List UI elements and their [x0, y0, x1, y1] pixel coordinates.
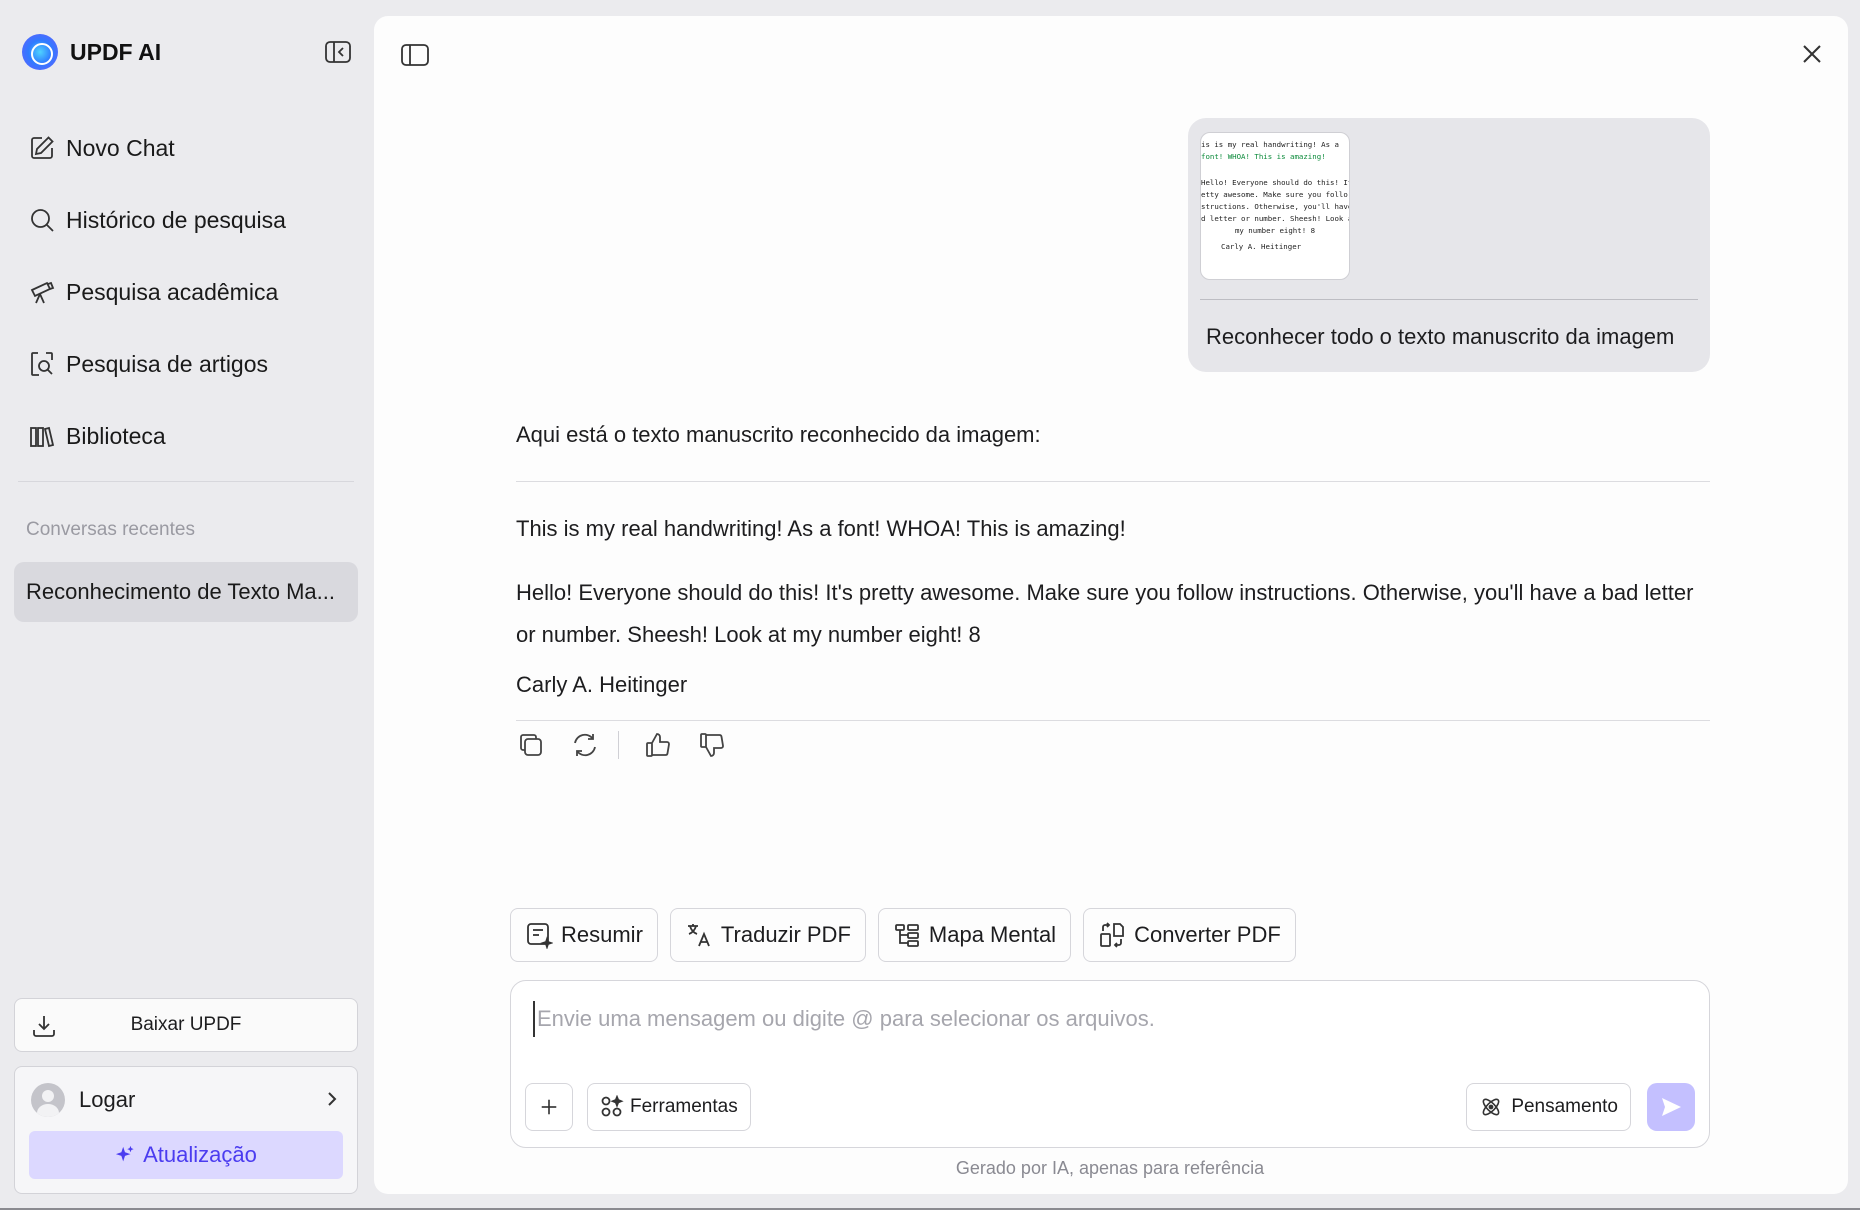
attach-button[interactable]	[525, 1083, 573, 1131]
mind-map-button[interactable]: Mapa Mental	[877, 908, 1072, 962]
ai-disclaimer: Gerado por IA, apenas para referência	[955, 1158, 1265, 1178]
answer-line: This is my real handwriting! As a font! …	[516, 516, 1126, 541]
chip-label: Mapa Mental	[928, 922, 1057, 947]
updf-logo-icon	[22, 34, 58, 70]
user-message-text: Reconhecer todo o texto manuscrito da im…	[1206, 324, 1675, 349]
chat-panel: is is my real handwriting! As a font! WH…	[374, 16, 1848, 1194]
app-name: UPDF AI	[70, 38, 162, 65]
sidebar-item-biblioteca[interactable]: Biblioteca	[28, 400, 286, 472]
sidebar: UPDF AI Novo Chat Histórico de pesquisa	[0, 0, 374, 1210]
convert-icon	[1100, 922, 1124, 948]
sidebar-item-novo-chat[interactable]: Novo Chat	[28, 112, 286, 184]
sidebar-item-pesquisa-academica[interactable]: Pesquisa acadêmica	[28, 256, 286, 328]
summarize-button[interactable]: Resumir	[510, 908, 658, 962]
translate-icon	[687, 924, 710, 947]
sidebar-item-label: Histórico de pesquisa	[66, 206, 286, 233]
message-input[interactable]	[533, 1001, 1683, 1037]
thumbnail-line: structions. Otherwise, you'll have a	[1201, 202, 1350, 211]
thumbnail-line: is is my real handwriting! As a	[1201, 140, 1339, 149]
chip-label: Traduzir PDF	[720, 922, 851, 947]
collapse-sidebar-icon[interactable]	[324, 40, 352, 64]
sidebar-nav: Novo Chat Histórico de pesquisa Pesquisa…	[28, 112, 286, 472]
chip-label: Converter PDF	[1134, 922, 1281, 947]
sidebar-divider	[18, 481, 354, 482]
copy-icon[interactable]	[516, 730, 546, 760]
search-icon	[31, 209, 54, 232]
close-icon[interactable]	[1798, 40, 1826, 68]
tools-label: Ferramentas	[630, 1096, 738, 1117]
mind-map-icon	[894, 924, 919, 947]
sidebar-item-label: Pesquisa de artigos	[66, 350, 269, 377]
answer-paragraph: Hello! Everyone should do this! It's pre…	[516, 580, 1694, 647]
sidebar-item-historico[interactable]: Histórico de pesquisa	[28, 184, 286, 256]
recent-conversation-item[interactable]: Reconhecimento de Texto Ma...	[14, 562, 358, 622]
telescope-icon	[30, 281, 55, 304]
send-button[interactable]	[1647, 1083, 1695, 1131]
edit-icon	[31, 136, 54, 159]
thumbnail-line: Hello! Everyone should do this! It's	[1201, 178, 1350, 187]
upgrade-label: Atualização	[143, 1142, 257, 1167]
account-card: Logar Atualização	[14, 1066, 358, 1194]
upgrade-button[interactable]: Atualização	[29, 1131, 343, 1179]
thumbs-up-icon[interactable]	[643, 730, 673, 760]
panel-toggle-icon[interactable]	[400, 42, 430, 68]
download-updf-button[interactable]: Baixar UPDF	[14, 998, 358, 1052]
thumbnail-line: font! WHOA! This is amazing!	[1201, 152, 1326, 161]
brand[interactable]: UPDF AI	[22, 34, 161, 70]
answer-divider	[516, 481, 1710, 482]
sidebar-item-pesquisa-artigos[interactable]: Pesquisa de artigos	[28, 328, 286, 400]
thinking-label: Pensamento	[1511, 1096, 1618, 1117]
thumbs-down-icon[interactable]	[697, 730, 727, 760]
download-icon	[33, 1016, 55, 1037]
translate-pdf-button[interactable]: Traduzir PDF	[669, 908, 866, 962]
convert-pdf-button[interactable]: Converter PDF	[1083, 908, 1296, 962]
bubble-divider	[1200, 299, 1698, 300]
message-composer: Ferramentas Pensamento	[510, 980, 1710, 1148]
summarize-icon	[527, 923, 553, 949]
avatar	[31, 1083, 65, 1117]
message-actions	[516, 730, 751, 760]
actions-separator	[618, 731, 619, 759]
answer-signature: Carly A. Heitinger	[516, 672, 688, 697]
regenerate-icon[interactable]	[570, 730, 600, 760]
download-label: Baixar UPDF	[130, 1014, 242, 1035]
thinking-toggle[interactable]: Pensamento	[1466, 1083, 1631, 1131]
sidebar-item-label: Novo Chat	[66, 134, 175, 161]
answer-divider	[516, 720, 1710, 721]
atom-icon	[1482, 1098, 1500, 1116]
login-link[interactable]: Logar	[79, 1087, 135, 1113]
quick-actions: Resumir Traduzir PDF Mapa Mental Convert…	[510, 908, 1296, 962]
tools-grid-icon	[601, 1095, 624, 1117]
thumbnail-line: etty awesome. Make sure you follo	[1201, 190, 1348, 199]
user-message-bubble: is is my real handwriting! As a font! WH…	[1188, 118, 1710, 372]
thumbnail-line: my number eight! 8	[1234, 226, 1316, 235]
send-icon	[1662, 1098, 1681, 1116]
attached-image-thumbnail[interactable]: is is my real handwriting! As a font! WH…	[1200, 132, 1350, 280]
document-search-icon	[31, 352, 53, 376]
tools-button[interactable]: Ferramentas	[587, 1083, 751, 1131]
chip-label: Resumir	[561, 922, 643, 947]
sparkle-icon	[116, 1145, 134, 1162]
thumbnail-line: Carly A. Heitinger	[1221, 242, 1302, 251]
library-icon	[30, 426, 55, 448]
answer-intro: Aqui está o texto manuscrito reconhecido…	[516, 422, 1041, 447]
thumbnail-line: d letter or number. Sheesh! Look a	[1201, 214, 1350, 223]
sidebar-item-label: Biblioteca	[66, 422, 166, 449]
chevron-right-icon[interactable]	[325, 1089, 339, 1109]
plus-icon	[541, 1099, 557, 1115]
recent-conversations-label: Conversas recentes	[26, 519, 195, 540]
sidebar-item-label: Pesquisa acadêmica	[66, 278, 279, 305]
